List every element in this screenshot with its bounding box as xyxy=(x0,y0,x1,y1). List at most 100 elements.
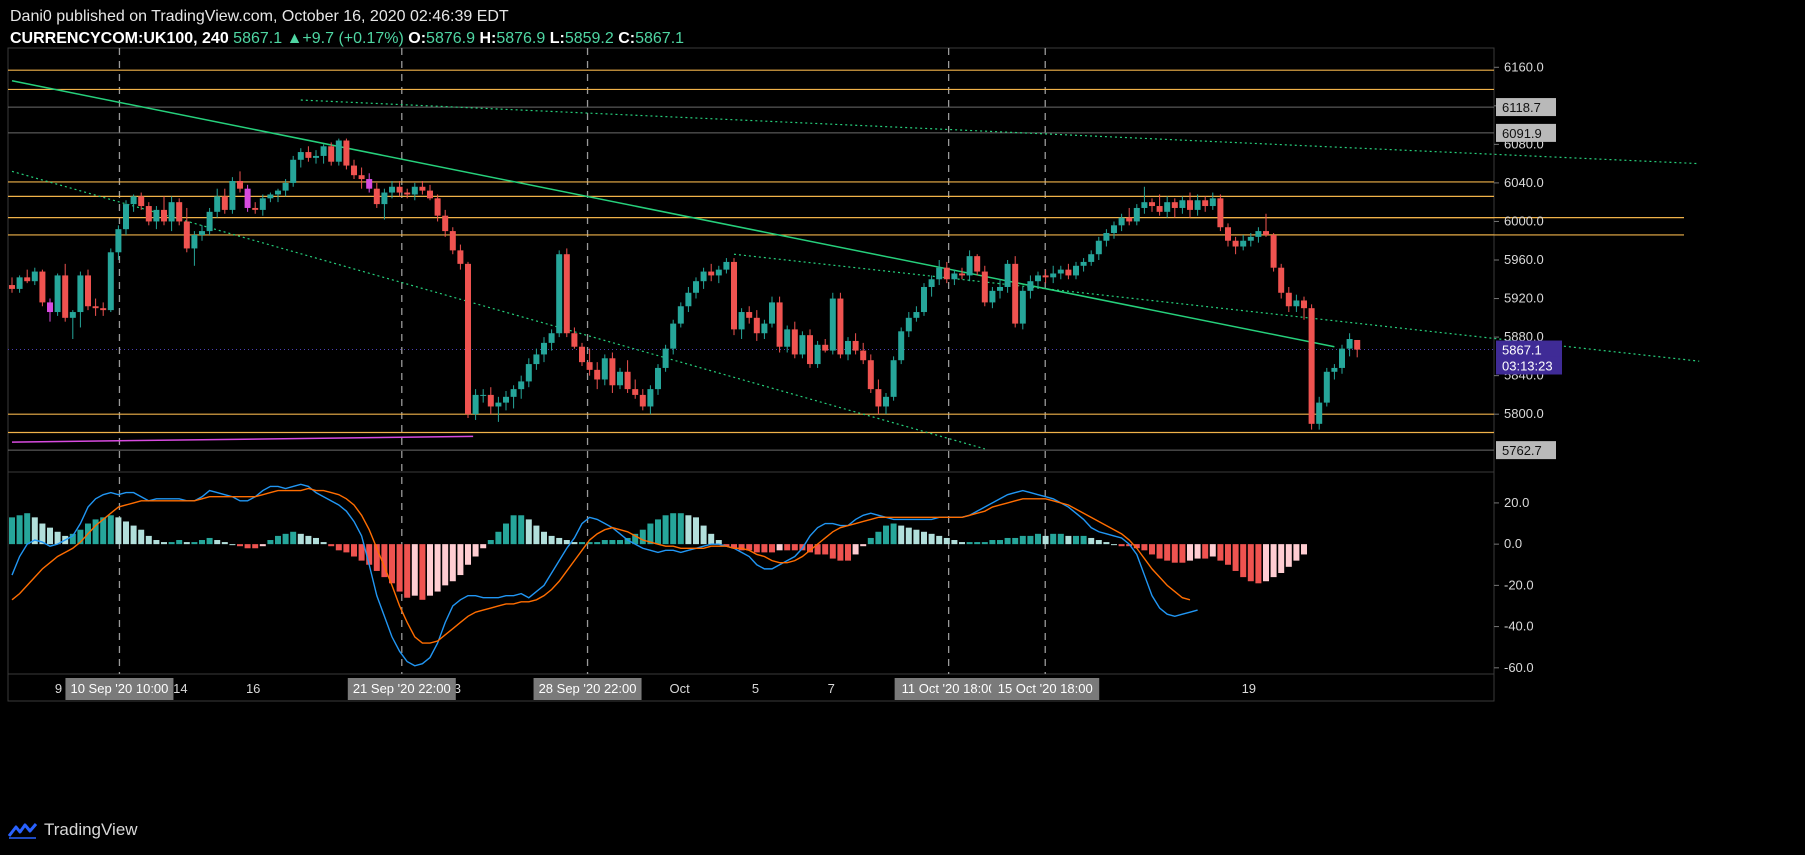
macd-histogram-bar xyxy=(290,531,297,545)
candle-body xyxy=(943,267,950,280)
candle-body xyxy=(1209,198,1216,207)
macd-histogram-bar xyxy=(480,544,487,549)
candle-body xyxy=(373,188,380,205)
candle-body xyxy=(693,281,699,293)
macd-histogram-bar xyxy=(845,544,851,561)
candle-body xyxy=(1088,254,1095,262)
candle-body xyxy=(358,175,365,180)
price-tick-label: 6000.0 xyxy=(1504,213,1544,228)
macd-histogram-bar xyxy=(609,540,616,545)
macd-histogram-bar xyxy=(1156,544,1163,559)
macd-histogram-bar xyxy=(153,540,160,545)
macd-histogram-bar xyxy=(457,544,464,576)
macd-histogram-bar xyxy=(1111,544,1117,546)
candle-body xyxy=(746,312,753,318)
grey-price-label-text: 6091.9 xyxy=(1502,126,1542,141)
macd-histogram-bar xyxy=(1187,544,1193,561)
candle-body xyxy=(617,371,623,386)
macd-histogram-bar xyxy=(822,544,829,555)
candle-body xyxy=(928,279,935,287)
candle-body xyxy=(761,323,768,334)
macd-histogram-bar xyxy=(1171,544,1178,563)
candle-body xyxy=(1202,200,1209,207)
macd-histogram-bar xyxy=(769,544,775,553)
candle-body xyxy=(571,333,578,347)
candle-body xyxy=(305,152,312,158)
macd-histogram-bar xyxy=(617,540,623,545)
macd-tick-label: -20.0 xyxy=(1504,577,1534,592)
macd-histogram-bar xyxy=(837,544,844,561)
price-tick-label: 6160.0 xyxy=(1504,59,1544,74)
macd-histogram-bar xyxy=(434,544,441,592)
candle-body xyxy=(845,340,851,355)
macd-histogram-bar xyxy=(1035,533,1041,545)
time-axis-label: 14 xyxy=(173,681,187,696)
macd-histogram-bar xyxy=(829,544,836,559)
macd-histogram-bar xyxy=(685,515,692,545)
macd-histogram-bar xyxy=(282,533,289,545)
macd-histogram-bar xyxy=(784,544,791,551)
macd-histogram-bar xyxy=(525,519,532,545)
candle-body xyxy=(480,394,487,396)
macd-histogram-bar xyxy=(1217,544,1224,561)
candle-body xyxy=(1339,348,1345,368)
candle-body xyxy=(624,371,631,390)
macd-histogram-bar xyxy=(928,533,935,545)
macd-histogram-bar xyxy=(753,544,760,553)
macd-histogram-bar xyxy=(252,544,259,549)
macd-histogram-bar xyxy=(974,542,981,545)
candle-body xyxy=(54,275,61,313)
candle-body xyxy=(1057,269,1064,274)
macd-histogram-bar xyxy=(449,544,456,582)
macd-histogram-bar xyxy=(16,515,23,545)
candle-body xyxy=(586,362,593,370)
macd-histogram-bar xyxy=(959,542,965,545)
candle-body xyxy=(206,211,213,232)
macd-line xyxy=(11,483,1198,667)
candle-body xyxy=(9,285,15,289)
macd-histogram-bar xyxy=(579,542,585,545)
price-tick-label: 5920.0 xyxy=(1504,291,1544,306)
candle-body xyxy=(1073,265,1079,276)
macd-histogram-bar xyxy=(404,544,411,598)
candle-body xyxy=(1263,231,1269,235)
chart-canvas[interactable]: 6160.06120.06080.06040.06000.05960.05920… xyxy=(0,0,1805,855)
price-tick-label: 5800.0 xyxy=(1504,406,1544,421)
candle-body xyxy=(199,231,205,235)
macd-histogram-bar xyxy=(563,540,570,545)
macd-histogram-bar xyxy=(852,544,859,555)
candle-body xyxy=(290,159,297,183)
candle-body xyxy=(837,298,844,355)
macd-histogram-bar xyxy=(533,525,540,545)
candle-body xyxy=(1035,275,1041,282)
candle-body xyxy=(708,271,715,276)
candle-body xyxy=(282,182,289,191)
candle-body xyxy=(442,215,449,232)
candle-body xyxy=(343,140,350,166)
candle-body xyxy=(769,302,775,324)
macd-histogram-bar xyxy=(791,544,798,551)
macd-histogram-bar xyxy=(138,529,145,545)
candle-body xyxy=(1149,202,1155,207)
macd-histogram-bar xyxy=(1103,542,1110,545)
candle-body xyxy=(670,323,677,349)
macd-histogram-bar xyxy=(1057,533,1064,545)
macd-histogram-bar xyxy=(518,515,525,545)
candle-body xyxy=(1164,202,1171,212)
macd-histogram-bar xyxy=(229,544,236,546)
candle-body xyxy=(267,194,274,199)
macd-histogram-bar xyxy=(867,537,874,545)
candle-body xyxy=(822,344,829,351)
macd-histogram-bar xyxy=(989,540,996,545)
candle-body xyxy=(1255,231,1262,237)
macd-histogram-bar xyxy=(693,517,699,545)
macd-histogram-bar xyxy=(860,544,867,547)
candle-body xyxy=(404,192,411,195)
macd-histogram-bar xyxy=(761,544,768,553)
candle-body xyxy=(328,146,335,162)
candle-body xyxy=(1331,367,1338,372)
macd-histogram-bar xyxy=(297,533,304,545)
candle-body xyxy=(989,290,996,303)
candle-body xyxy=(510,389,517,397)
macd-histogram-bar xyxy=(1027,535,1034,545)
